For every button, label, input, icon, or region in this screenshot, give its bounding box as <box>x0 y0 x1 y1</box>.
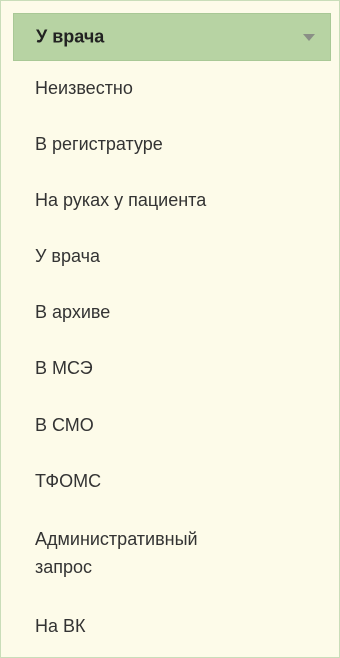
option-v-mse[interactable]: В МСЭ <box>13 354 331 382</box>
option-tfoms[interactable]: ТФОМС <box>13 467 331 495</box>
option-neizvestno[interactable]: Неизвестно <box>13 74 331 102</box>
option-label: На ВК <box>35 616 86 636</box>
option-label: В СМО <box>35 415 94 435</box>
option-label: На руках у пациента <box>35 190 207 210</box>
status-select[interactable]: У врача <box>13 13 331 61</box>
option-label: Административный запрос <box>35 529 198 577</box>
chevron-down-icon[interactable] <box>303 34 315 41</box>
option-na-vk[interactable]: На ВК <box>13 612 331 640</box>
option-u-vracha[interactable]: У врача <box>13 242 331 270</box>
option-na-rukah-u-pacienta[interactable]: На руках у пациента <box>13 186 331 214</box>
option-administrativnyy-zapros[interactable]: Административный запрос <box>13 525 233 581</box>
option-v-registrature[interactable]: В регистратуре <box>13 130 331 158</box>
option-v-smo[interactable]: В СМО <box>13 411 331 439</box>
option-label: В МСЭ <box>35 358 93 378</box>
status-dropdown: У врача Неизвестно В регистратуре На рук… <box>0 0 340 658</box>
option-label: В регистратуре <box>35 134 163 154</box>
option-label: Неизвестно <box>35 78 133 98</box>
option-label: ТФОМС <box>35 471 102 491</box>
option-label: В архиве <box>35 302 111 322</box>
option-label: У врача <box>35 246 101 266</box>
selected-status-label: У врача <box>36 26 105 47</box>
option-v-arhive[interactable]: В архиве <box>13 298 331 326</box>
